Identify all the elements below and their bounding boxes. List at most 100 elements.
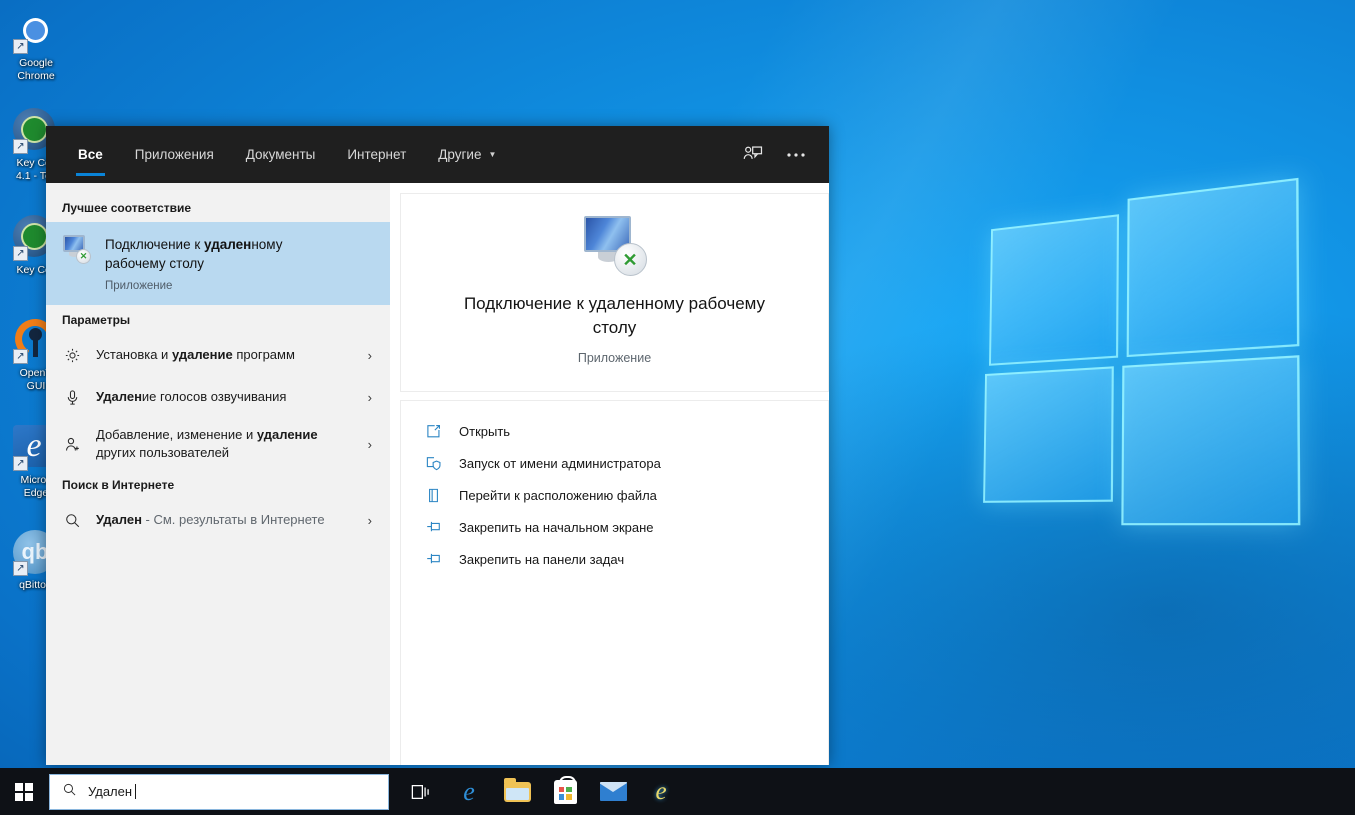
section-best-match-label: Лучшее соответствие xyxy=(46,193,390,222)
shortcut-arrow-icon: ↗ xyxy=(13,349,28,364)
logo-pane-bottom-left xyxy=(983,366,1114,503)
preview-subtitle: Приложение xyxy=(431,351,798,365)
action-open-file-location[interactable]: Перейти к расположению файла xyxy=(401,479,828,511)
label-prefix: Установка и xyxy=(96,347,172,362)
mail-icon[interactable] xyxy=(591,768,635,815)
preview-actions-list: Открыть Запуск от имени администратора xyxy=(400,400,829,765)
best-match-title: Подключение к удаленному рабочему столу xyxy=(105,235,337,273)
more-options-icon[interactable] xyxy=(777,136,815,174)
add-user-icon xyxy=(63,436,82,453)
tab-label: Все xyxy=(78,147,103,162)
search-tabs: Все Приложения Документы Интернет Другие… xyxy=(46,126,512,183)
best-match-title-highlight: удален xyxy=(204,237,251,252)
best-match-title-prefix: Подключение к xyxy=(105,237,204,252)
chevron-down-icon: ▼ xyxy=(488,150,496,159)
feedback-icon[interactable] xyxy=(733,136,771,174)
label-highlight: удаление xyxy=(257,427,318,442)
result-web-search[interactable]: Удален - См. результаты в Интернете › xyxy=(46,499,390,541)
tab-web[interactable]: Интернет xyxy=(331,126,422,183)
result-uninstall-programs[interactable]: Установка и удаление программ › xyxy=(46,334,390,376)
logo-pane-top-left xyxy=(989,214,1119,366)
internet-explorer-icon[interactable]: e xyxy=(639,768,683,815)
tab-documents[interactable]: Документы xyxy=(230,126,332,183)
shortcut-arrow-icon: ↗ xyxy=(13,39,28,54)
tab-label: Документы xyxy=(246,147,316,162)
taskbar-buttons: e e xyxy=(399,768,683,815)
desktop: ↗ Google Chrome ↗ Key Coll 4.1 - Tes ↗ K… xyxy=(0,0,1355,815)
search-flyout-body: Лучшее соответствие ✕ Подключение к удал… xyxy=(46,183,829,765)
label-prefix: Добавление, изменение и xyxy=(96,427,257,442)
search-results-list: Лучшее соответствие ✕ Подключение к удал… xyxy=(46,183,390,765)
start-button[interactable] xyxy=(0,768,47,815)
windows-logo-icon xyxy=(15,783,33,801)
result-label: Удаление голосов озвучивания xyxy=(96,388,354,406)
file-explorer-icon[interactable] xyxy=(495,768,539,815)
desktop-icon-google-chrome[interactable]: ↗ Google Chrome xyxy=(4,8,68,82)
preview-card: ✕ Подключение к удаленному рабочему стол… xyxy=(400,193,829,392)
remote-desktop-icon: ✕ xyxy=(431,216,798,276)
label-suffix: ие голосов озвучивания xyxy=(142,389,287,404)
logo-pane-bottom-right xyxy=(1121,355,1300,525)
action-run-as-administrator[interactable]: Запуск от имени администратора xyxy=(401,447,828,479)
label-suffix: других пользователей xyxy=(96,445,229,460)
tab-all[interactable]: Все xyxy=(62,126,119,183)
chevron-right-icon[interactable]: › xyxy=(368,348,376,363)
shortcut-arrow-icon: ↗ xyxy=(13,456,28,471)
search-icon xyxy=(62,782,77,802)
preview-title: Подключение к удаленному рабочему столу xyxy=(450,292,780,340)
chevron-right-icon[interactable]: › xyxy=(368,513,376,528)
section-web-search-label: Поиск в Интернете xyxy=(46,470,390,499)
chevron-right-icon[interactable]: › xyxy=(368,390,376,405)
task-view-icon[interactable] xyxy=(399,768,443,815)
tab-more[interactable]: Другие ▼ xyxy=(422,126,512,183)
open-file-location-icon xyxy=(423,487,443,504)
action-pin-to-start[interactable]: Закрепить на начальном экране xyxy=(401,511,828,543)
microsoft-store-icon[interactable] xyxy=(543,768,587,815)
action-label: Закрепить на начальном экране xyxy=(459,520,654,535)
label-highlight: Удален xyxy=(96,389,142,404)
header-actions xyxy=(733,126,829,183)
action-open[interactable]: Открыть xyxy=(401,415,828,447)
search-preview-pane: ✕ Подключение к удаленному рабочему стол… xyxy=(390,183,829,765)
shortcut-arrow-icon: ↗ xyxy=(13,139,28,154)
tab-apps[interactable]: Приложения xyxy=(119,126,230,183)
search-flyout-header: Все Приложения Документы Интернет Другие… xyxy=(46,126,829,183)
microsoft-edge-icon[interactable]: e xyxy=(447,768,491,815)
tab-label: Приложения xyxy=(135,147,214,162)
windows-hero-wallpaper-logo xyxy=(983,192,1311,530)
search-input-value: Удален xyxy=(88,784,132,799)
search-flyout: Все Приложения Документы Интернет Другие… xyxy=(46,126,829,765)
result-label: Добавление, изменение и удаление других … xyxy=(96,426,354,462)
logo-pane-top-right xyxy=(1127,178,1300,357)
label-highlight: Удален xyxy=(96,512,142,527)
label-description: - См. результаты в Интернете xyxy=(142,512,325,527)
chrome-icon: ↗ xyxy=(13,8,59,54)
result-manage-users[interactable]: Добавление, изменение и удаление других … xyxy=(46,418,390,470)
pin-to-start-icon xyxy=(423,519,443,536)
taskbar: Удален e xyxy=(0,768,1355,815)
action-label: Запуск от имени администратора xyxy=(459,456,661,471)
label-suffix: программ xyxy=(233,347,295,362)
best-match-result[interactable]: ✕ Подключение к удаленному рабочему стол… xyxy=(46,222,390,305)
search-input[interactable]: Удален xyxy=(49,774,389,810)
action-label: Открыть xyxy=(459,424,510,439)
open-icon xyxy=(423,423,443,440)
best-match-subtitle: Приложение xyxy=(105,280,337,292)
remote-desktop-icon: ✕ xyxy=(62,234,92,269)
result-remove-tts-voices[interactable]: Удаление голосов озвучивания › xyxy=(46,376,390,418)
search-icon xyxy=(63,512,82,529)
action-label: Закрепить на панели задач xyxy=(459,552,624,567)
run-as-admin-icon xyxy=(423,455,443,472)
desktop-icon-label: Google Chrome xyxy=(17,57,54,82)
action-pin-to-taskbar[interactable]: Закрепить на панели задач xyxy=(401,543,828,575)
chevron-right-icon[interactable]: › xyxy=(368,437,376,452)
microphone-icon xyxy=(63,389,82,406)
shortcut-arrow-icon: ↗ xyxy=(13,246,28,261)
gear-icon xyxy=(63,347,82,364)
shortcut-arrow-icon: ↗ xyxy=(13,561,28,576)
label-highlight: удаление xyxy=(172,347,233,362)
result-label: Удален - См. результаты в Интернете xyxy=(96,511,354,529)
tab-label: Интернет xyxy=(347,147,406,162)
tab-label: Другие xyxy=(438,147,481,162)
result-label: Установка и удаление программ xyxy=(96,346,354,364)
